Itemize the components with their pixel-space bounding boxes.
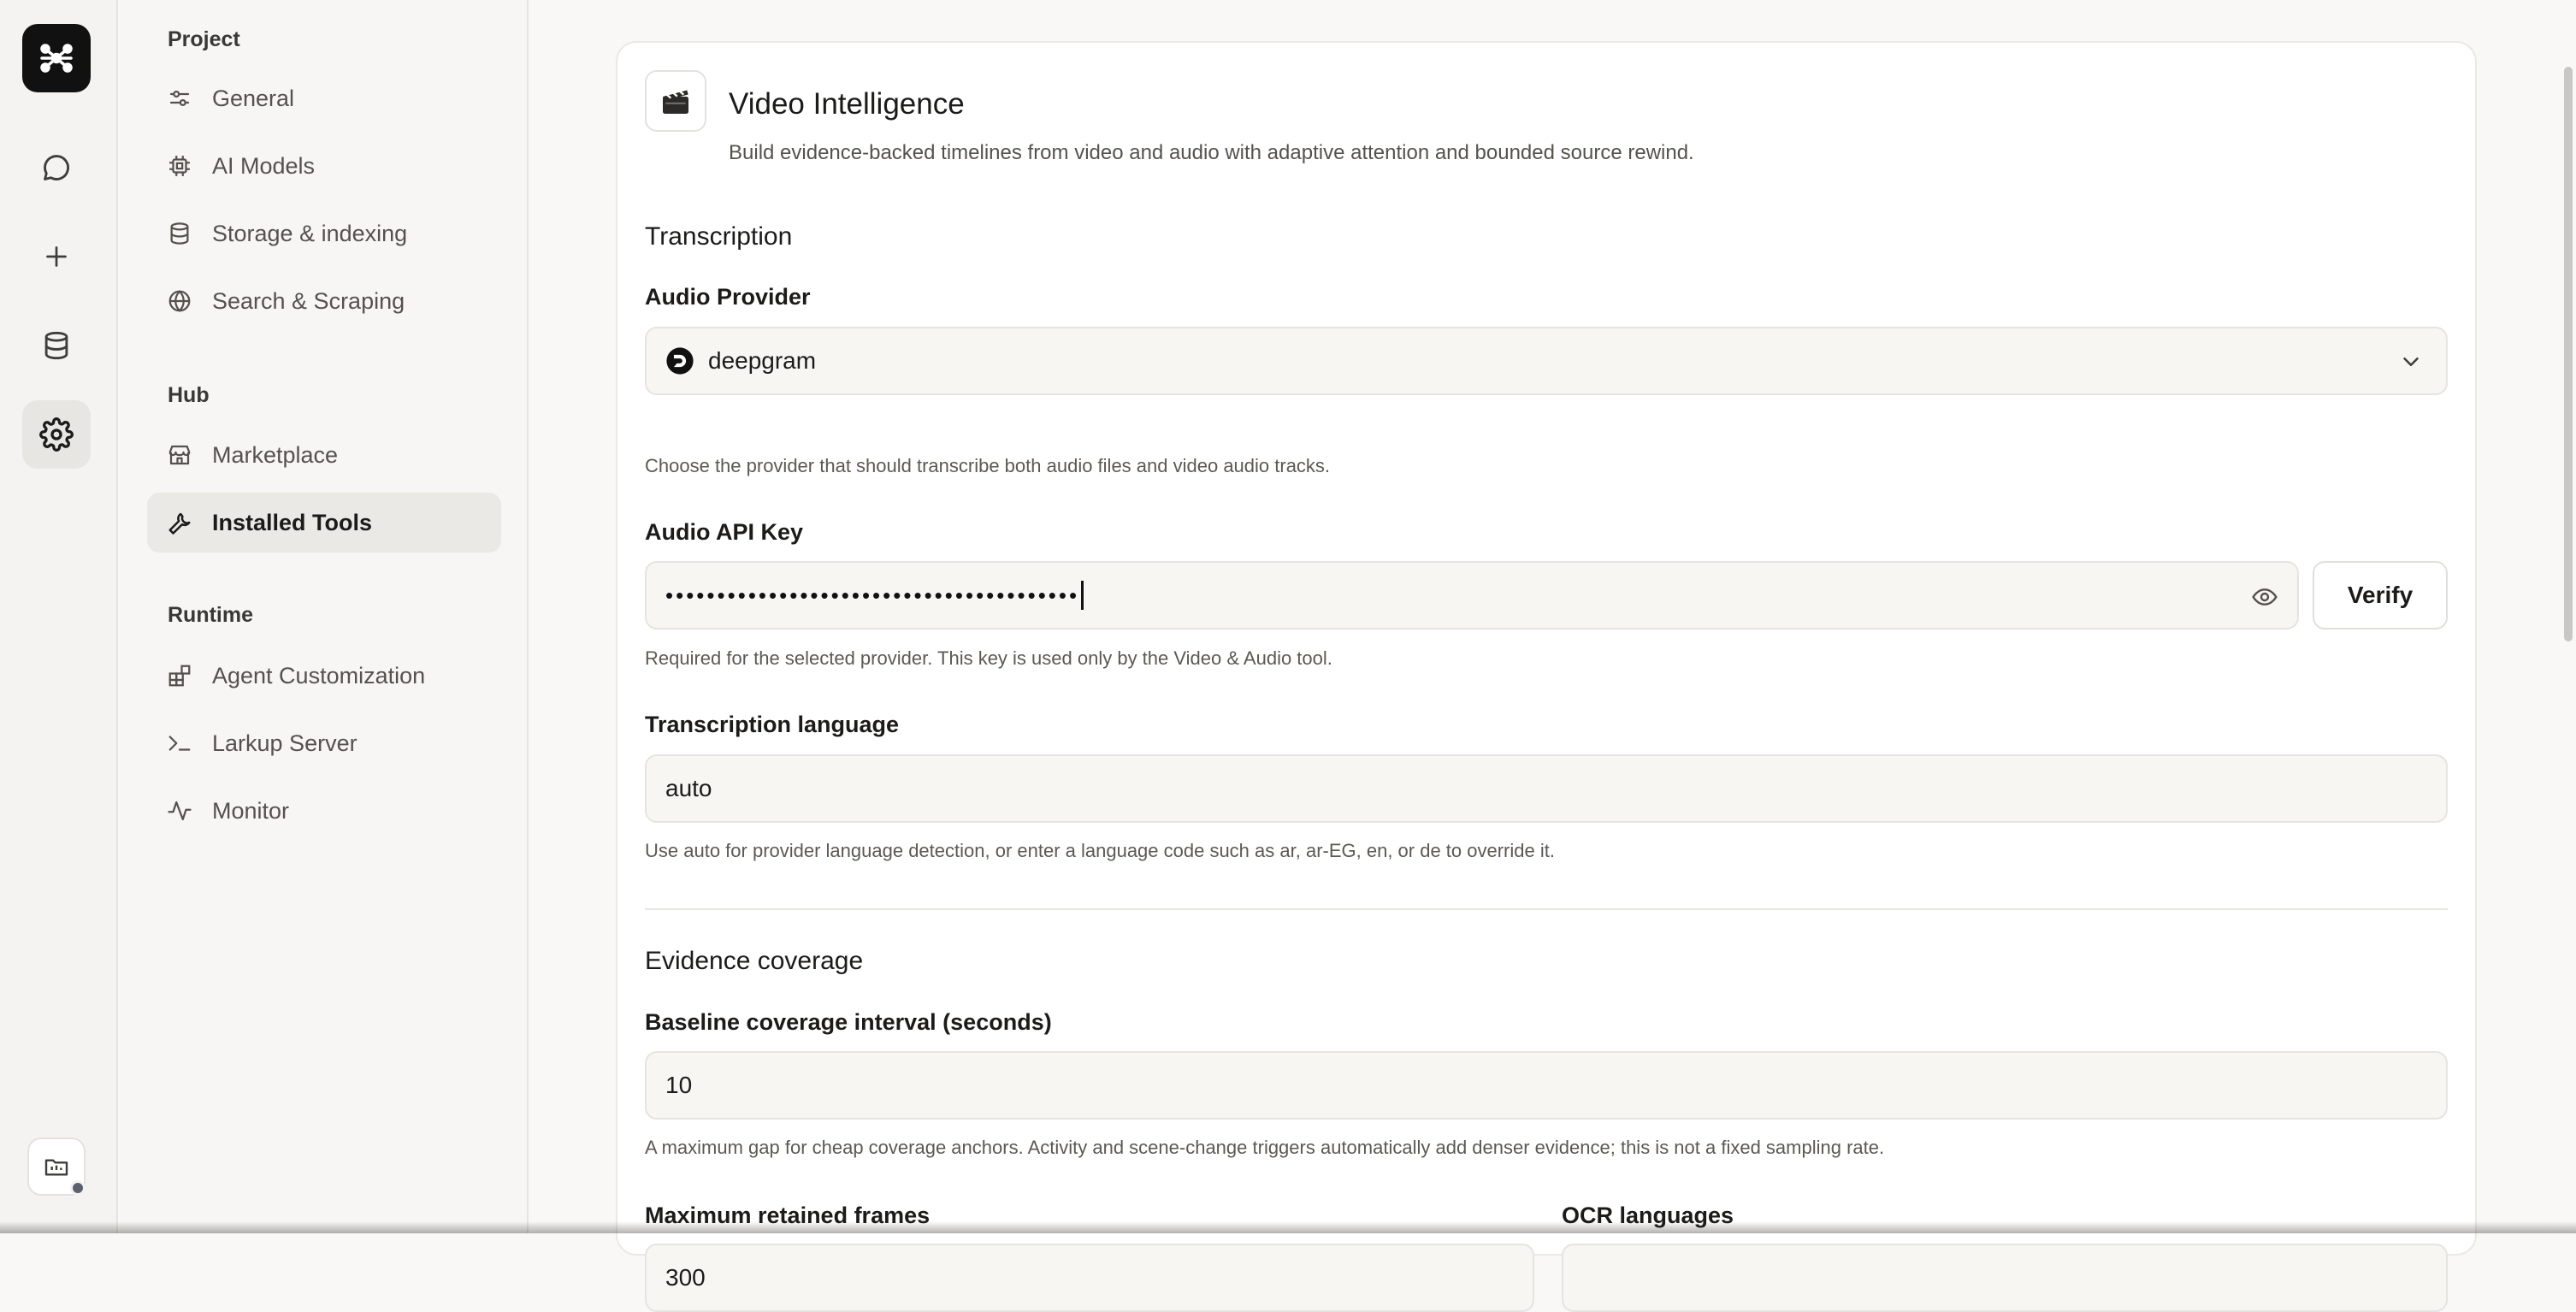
section-label-runtime: Runtime [168,603,253,628]
sidebar-item-larkup-server[interactable]: Larkup Server [147,713,501,773]
chat-icon[interactable] [22,133,91,202]
sidebar-item-storage[interactable]: Storage & indexing [147,204,501,263]
sidebar-item-marketplace[interactable]: Marketplace [147,425,501,485]
deepgram-logo-icon [665,346,694,375]
sidebar-item-label: AI Models [212,153,315,180]
icon-rail [0,0,118,1233]
app-logo-icon[interactable] [22,24,91,92]
cpu-icon [164,151,195,181]
eye-icon[interactable] [2251,583,2278,617]
audio-api-key-input[interactable]: •••••••••••••••••••••••••••••••••••••••• [645,561,2299,629]
section-label-hub: Hub [168,383,210,408]
status-dot [70,1180,86,1196]
sliders-icon [164,83,195,114]
evidence-coverage-heading: Evidence coverage [645,947,863,976]
blocks-icon [164,660,195,691]
sidebar-item-label: Monitor [212,798,289,824]
sidebar-item-installed-tools[interactable]: Installed Tools [147,493,501,553]
baseline-coverage-help: A maximum gap for cheap coverage anchors… [645,1137,1884,1159]
plus-icon[interactable] [22,222,91,291]
sidebar-item-search-scraping[interactable]: Search & Scraping [147,271,501,331]
baseline-coverage-input[interactable]: 10 [645,1051,2448,1120]
baseline-coverage-label: Baseline coverage interval (seconds) [645,1009,1052,1036]
sidebar-item-label: Search & Scraping [212,288,405,315]
database-icon[interactable] [22,311,91,380]
scrollbar-thumb[interactable] [2564,67,2573,641]
globe-icon [164,286,195,316]
wrench-icon [164,507,195,538]
bottom-edge-shadow [0,1221,2576,1233]
section-divider [645,908,2448,910]
audio-provider-help: Choose the provider that should transcri… [645,455,1330,477]
folder-icon [43,1153,70,1180]
chevron-down-icon [2398,349,2424,381]
api-key-masked-value: •••••••••••••••••••••••••••••••••••••••• [665,582,1079,609]
store-icon [164,440,195,470]
audio-provider-select[interactable]: deepgram [645,327,2448,395]
terminal-icon [164,728,195,759]
transcription-heading: Transcription [645,222,792,251]
section-label-project: Project [168,27,240,52]
settings-icon[interactable] [22,400,91,469]
card-title: Video Intelligence [729,87,965,121]
sidebar-item-agent-customization[interactable]: Agent Customization [147,646,501,706]
transcription-language-input[interactable]: auto [645,754,2448,823]
sidebar-item-label: Installed Tools [212,510,372,536]
max-retained-frames-input[interactable]: 300 [645,1244,1534,1312]
sidebar-item-label: Marketplace [212,442,338,469]
audio-provider-label: Audio Provider [645,284,811,310]
audio-provider-value: deepgram [708,347,816,375]
verify-button[interactable]: Verify [2313,561,2448,629]
activity-icon [164,795,195,826]
transcription-language-help: Use auto for provider language detection… [645,840,1555,862]
text-caret [1081,581,1084,610]
settings-sidebar: Project General AI Models Storage & i [120,0,529,1233]
database-icon [164,218,195,249]
card-description: Build evidence-backed timelines from vid… [729,141,1694,165]
clapperboard-icon [645,70,706,132]
transcription-language-label: Transcription language [645,712,899,738]
ocr-languages-input[interactable] [1562,1244,2448,1312]
tool-settings-card: Video Intelligence Build evidence-backed… [616,41,2477,1256]
main-content: Video Intelligence Build evidence-backed… [530,0,2576,1233]
audio-api-key-help: Required for the selected provider. This… [645,647,1332,670]
sidebar-item-label: General [212,86,294,112]
sidebar-item-monitor[interactable]: Monitor [147,781,501,841]
sidebar-item-label: Agent Customization [212,663,425,689]
folder-button[interactable] [27,1138,86,1196]
sidebar-item-label: Storage & indexing [212,221,407,247]
sidebar-item-general[interactable]: General [147,68,501,128]
sidebar-item-ai-models[interactable]: AI Models [147,136,501,196]
audio-api-key-label: Audio API Key [645,519,803,546]
sidebar-item-label: Larkup Server [212,730,357,757]
